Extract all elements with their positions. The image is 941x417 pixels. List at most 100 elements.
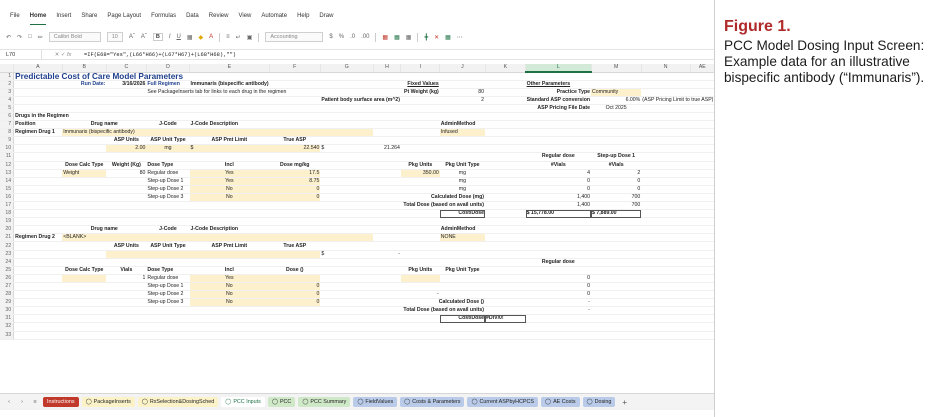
row-header[interactable]: 16 [0,193,15,203]
empty-cell[interactable] [400,144,440,154]
cell[interactable]: mg [439,177,486,186]
empty-cell[interactable] [641,201,691,211]
cell[interactable] [146,128,190,138]
empty-cell[interactable] [373,266,401,275]
row-header[interactable]: 11 [0,152,15,162]
empty-cell[interactable] [485,290,526,300]
cell[interactable]: $ [189,144,270,154]
empty-cell[interactable] [189,331,270,340]
fx-icon[interactable]: ✕ ✓ fx [42,52,84,58]
empty-cell[interactable] [373,169,401,178]
cell[interactable]: True ASP [269,136,321,146]
empty-cell[interactable] [106,96,147,105]
empty-cell[interactable] [690,144,714,154]
empty-cell[interactable] [189,258,270,267]
cell[interactable] [106,250,147,259]
empty-cell[interactable] [320,80,374,89]
format-icon[interactable]: ▦ [445,34,451,41]
row-header[interactable]: 19 [0,217,15,227]
menu-tab-automate[interactable]: Automate [261,13,287,25]
empty-cell[interactable] [591,314,642,324]
cell[interactable]: 8.75 [269,177,321,186]
cell[interactable]: 0 [525,282,592,292]
decimal-increase-icon[interactable]: .0 [350,34,355,40]
cell[interactable]: Patient body surface area (m^2) [320,96,401,105]
empty-cell[interactable] [641,144,691,154]
cell[interactable]: Step-up Dose 2 [146,185,190,194]
sheet-tab[interactable]: ◯ RxSelection&DosingSched [137,397,219,407]
empty-cell[interactable] [62,177,107,186]
sheet-tab[interactable]: ◯ PCC [267,397,296,407]
bold-button[interactable]: B [152,33,163,41]
cell[interactable]: J-Code [146,225,190,235]
cell[interactable]: $ 7,889.00 [591,209,642,219]
empty-cell[interactable] [62,306,107,316]
cell[interactable]: ASP Pricing File Date [525,104,592,113]
cell[interactable]: <BLANK> [62,233,147,243]
empty-cell[interactable] [269,112,321,122]
cell[interactable]: No [189,185,270,194]
empty-cell[interactable] [525,314,592,324]
empty-cell[interactable] [485,96,526,105]
empty-cell[interactable] [485,88,526,97]
sheet-tab[interactable]: Instructions [43,397,79,407]
cell[interactable] [62,274,107,283]
empty-cell[interactable] [146,258,190,267]
delete-icon[interactable]: ✕ [434,34,439,41]
cell[interactable]: Step-up Dose 1 [146,177,190,186]
cell[interactable]: 3/16/2026 [106,80,147,89]
empty-cell[interactable] [690,177,714,186]
sheet-tab[interactable]: ◯ PCC Inputs [221,397,265,407]
empty-cell[interactable] [106,290,147,300]
empty-cell[interactable] [400,217,440,227]
empty-cell[interactable] [320,306,374,316]
empty-cell[interactable] [525,331,592,340]
empty-cell[interactable] [373,177,401,186]
empty-cell[interactable] [591,306,642,316]
row-header[interactable]: 5 [0,104,15,113]
empty-cell[interactable] [320,136,374,146]
empty-cell[interactable] [641,274,691,283]
empty-cell[interactable] [13,193,63,203]
empty-cell[interactable] [690,152,714,162]
cell[interactable]: Community [591,88,642,97]
empty-cell[interactable] [62,104,107,113]
empty-cell[interactable] [320,120,374,130]
cell[interactable]: 0 [525,177,592,186]
empty-cell[interactable] [485,128,526,138]
empty-cell[interactable] [269,225,321,235]
empty-cell[interactable] [106,185,147,194]
empty-cell[interactable] [13,144,63,154]
row-header[interactable]: 6 [0,112,15,122]
empty-cell[interactable] [269,331,321,340]
cell[interactable]: True ASP [269,241,321,251]
empty-cell[interactable] [591,217,642,227]
empty-cell[interactable] [400,209,440,219]
empty-cell[interactable] [146,104,190,113]
empty-cell[interactable] [485,225,526,235]
cell[interactable]: ASP Units [106,136,147,146]
empty-cell[interactable] [106,322,147,332]
empty-cell[interactable] [439,217,486,227]
row-header[interactable]: 18 [0,209,15,219]
row-header[interactable]: 29 [0,298,15,308]
empty-cell[interactable] [13,152,63,162]
row-header[interactable]: 33 [0,331,15,340]
cell[interactable]: 0 [269,193,321,203]
empty-cell[interactable] [485,233,526,243]
empty-cell[interactable] [485,250,526,259]
cell[interactable]: 22.540 [269,144,321,154]
empty-cell[interactable] [373,209,401,219]
empty-cell[interactable] [62,290,107,300]
empty-cell[interactable] [400,177,440,186]
cell[interactable]: Incl [189,266,270,275]
column-header-AE[interactable]: AE [690,64,714,73]
empty-cell[interactable] [373,128,401,138]
empty-cell[interactable] [373,298,401,308]
sheet-tab[interactable]: ◯ Dosing [582,397,616,407]
cell[interactable] [320,233,374,243]
empty-cell[interactable] [485,282,526,292]
empty-cell[interactable] [269,104,321,113]
empty-cell[interactable] [641,258,691,267]
cell[interactable] [269,250,321,259]
